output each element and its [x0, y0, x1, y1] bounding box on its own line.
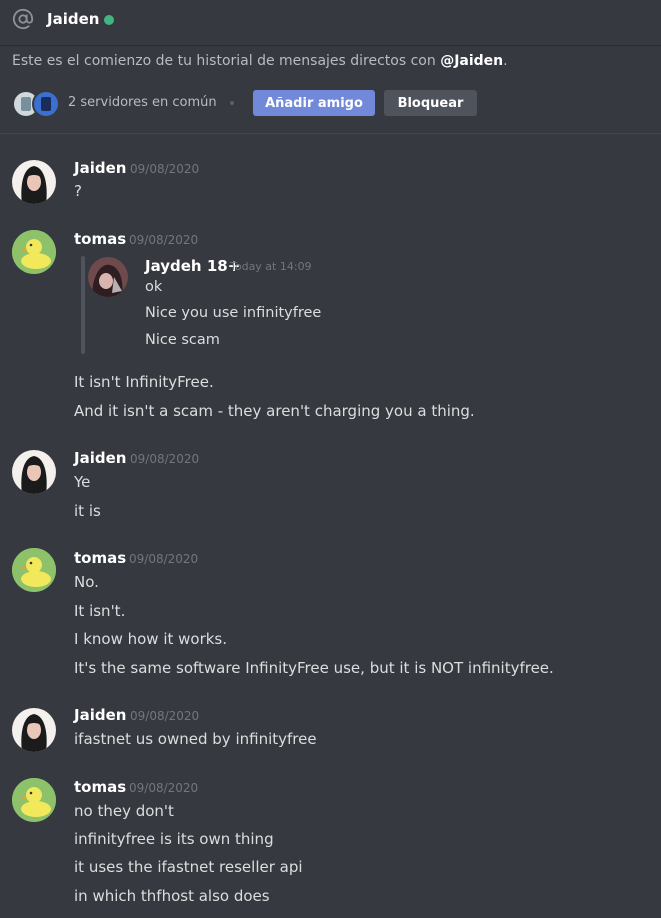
message-line: It's the same software InfinityFree use,… — [74, 659, 554, 677]
quote-bar — [81, 256, 85, 354]
message-line: No. — [74, 573, 99, 591]
avatar[interactable] — [12, 708, 56, 752]
user-avatar-icon — [12, 160, 56, 204]
duck-avatar-icon — [12, 548, 56, 592]
message-line: in which thfhost also does — [74, 887, 270, 905]
server-icon[interactable] — [32, 90, 60, 118]
intro-suffix: . — [503, 53, 508, 69]
add-friend-button[interactable]: Añadir amigo — [253, 90, 375, 116]
message-timestamp: 09/08/2020 — [130, 162, 200, 176]
quote-line: Nice you use infinityfree — [145, 305, 322, 321]
separator-dot — [230, 101, 234, 105]
quote-timestamp: Today at 14:09 — [230, 260, 312, 273]
duck-avatar-icon — [12, 778, 56, 822]
message-line: I know how it works. — [74, 630, 228, 648]
message-author[interactable]: Jaiden — [74, 449, 126, 467]
message-line: It isn't. — [74, 602, 126, 620]
avatar[interactable] — [12, 778, 56, 822]
header-divider — [0, 45, 661, 46]
message-timestamp: 09/08/2020 — [130, 709, 200, 723]
message-author[interactable]: Jaiden — [74, 706, 126, 724]
block-button[interactable]: Bloquear — [384, 90, 477, 116]
message-timestamp: 09/08/2020 — [129, 781, 199, 795]
user-avatar-icon — [12, 708, 56, 752]
message-timestamp: 09/08/2020 — [130, 452, 200, 466]
message-author[interactable]: Jaiden — [74, 159, 126, 177]
message-timestamp: 09/08/2020 — [129, 552, 199, 566]
message-line: it is — [74, 502, 101, 520]
avatar[interactable] — [88, 257, 128, 297]
avatar[interactable] — [12, 548, 56, 592]
quote-author[interactable]: Jaydeh 18+ — [145, 257, 240, 275]
intro-divider — [0, 133, 661, 134]
message-line: Ye — [74, 473, 91, 491]
message-timestamp: 09/08/2020 — [129, 233, 199, 247]
mutual-servers-label[interactable]: 2 servidores en común — [68, 95, 217, 110]
intro-text: Este es el comienzo de tu historial de m… — [12, 53, 441, 69]
online-status-indicator — [104, 15, 114, 25]
avatar[interactable] — [12, 160, 56, 204]
dm-intro-text: Este es el comienzo de tu historial de m… — [12, 53, 508, 69]
message-line: it uses the ifastnet reseller api — [74, 858, 303, 876]
mutual-servers-icons[interactable] — [12, 90, 62, 118]
message-line: ifastnet us owned by infinityfree — [74, 730, 317, 748]
message-author[interactable]: tomas — [74, 230, 126, 248]
quote-line: Nice scam — [145, 332, 220, 348]
avatar[interactable] — [12, 450, 56, 494]
channel-title[interactable]: Jaiden — [47, 10, 99, 28]
message-line: no they don't — [74, 802, 174, 820]
user-avatar-icon — [88, 257, 128, 297]
message-line: ? — [74, 182, 82, 200]
message-author[interactable]: tomas — [74, 549, 126, 567]
duck-avatar-icon — [12, 230, 56, 274]
message-line: And it isn't a scam - they aren't chargi… — [74, 402, 475, 420]
dm-header: Jaiden — [0, 0, 661, 42]
message-author[interactable]: tomas — [74, 778, 126, 796]
avatar[interactable] — [12, 230, 56, 274]
message-line: infinityfree is its own thing — [74, 830, 274, 848]
user-avatar-icon — [12, 450, 56, 494]
intro-handle: @Jaiden — [440, 53, 504, 69]
quote-line: ok — [145, 279, 163, 295]
message-line: It isn't InfinityFree. — [74, 373, 214, 391]
at-sign-icon — [12, 8, 34, 29]
